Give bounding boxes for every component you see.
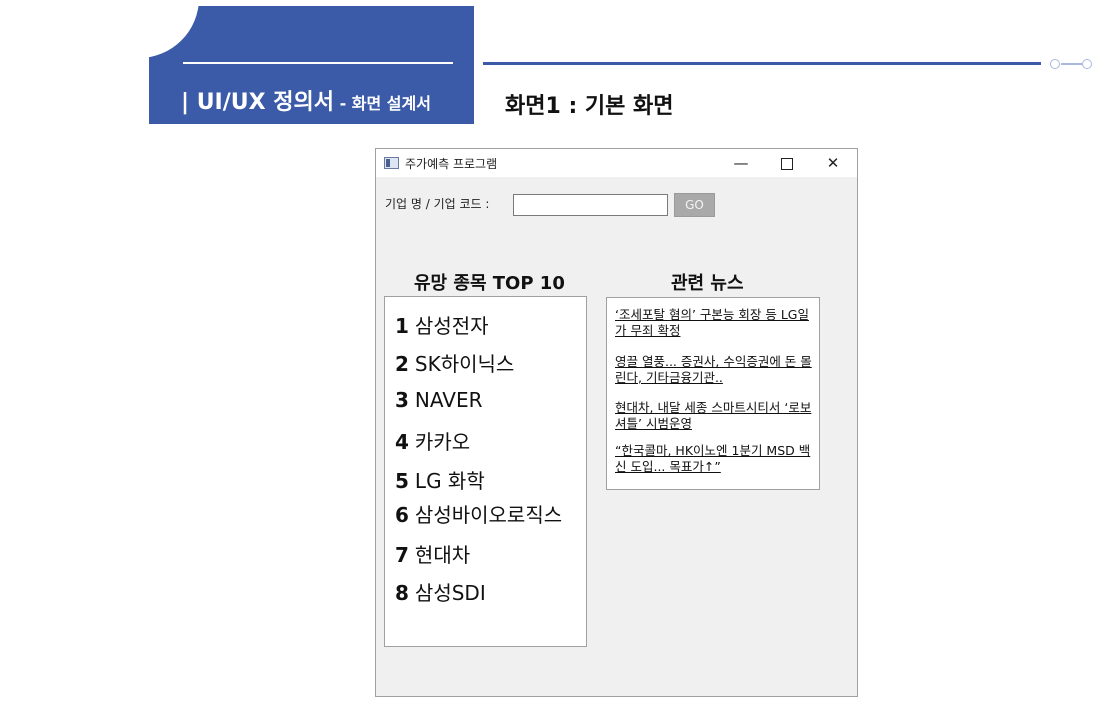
stock-name: SK하이닉스: [414, 352, 515, 376]
list-item[interactable]: 7 현대차: [395, 539, 470, 568]
stock-name: NAVER: [414, 388, 483, 412]
news-link[interactable]: “한국콜마, HK이노엔 1분기 MSD 백신 도입... 목표가↑”: [615, 443, 815, 474]
stock-rank: 7: [395, 543, 409, 567]
maximize-icon: [781, 157, 793, 170]
window-titlebar[interactable]: 주가예측 프로그램 — ✕: [376, 149, 857, 177]
maximize-button[interactable]: [764, 149, 810, 177]
header-banner: | UI/UX 정의서 - 화면 설계서: [149, 6, 474, 124]
news-link[interactable]: 현대차, 내달 세종 스마트시티서 ‘로보셔틀’ 시범운영: [615, 400, 815, 431]
top10-list[interactable]: 1 삼성전자 2 SK하이닉스 3 NAVER 4 카카오 5 LG 화학 6 삼성바이오로…: [384, 296, 587, 647]
stock-name: 현대차: [414, 543, 471, 567]
stock-name: 삼성전자: [414, 314, 489, 338]
window-title: 주가예측 프로그램: [405, 157, 498, 171]
header-rule: [483, 62, 1041, 65]
stock-rank: 2: [395, 352, 409, 376]
search-label: 기업 명 / 기업 코드 :: [385, 197, 490, 211]
news-link[interactable]: ‘조세포탈 혐의’ 구본능 회장 등 LG일가 무죄 확정: [615, 307, 815, 338]
screen-title: 화면1 : 기본 화면: [505, 94, 674, 119]
close-button[interactable]: ✕: [810, 149, 856, 177]
stock-rank: 3: [395, 388, 409, 412]
list-item[interactable]: 3 NAVER: [395, 388, 483, 412]
header-title-main: | UI/UX 정의서: [181, 90, 334, 115]
stock-rank: 6: [395, 503, 409, 527]
news-link[interactable]: 영끌 열풍... 증권사, 수익증권에 돈 몰린다, 기타금융기관..: [615, 354, 815, 385]
header-divider: [183, 62, 453, 64]
go-button[interactable]: GO: [674, 193, 715, 217]
header-title-sub: - 화면 설계서: [334, 94, 431, 113]
list-item[interactable]: 4 카카오: [395, 426, 470, 455]
app-icon: [384, 157, 399, 169]
news-list: ‘조세포탈 혐의’ 구본능 회장 등 LG일가 무죄 확정 영끌 열풍... 증…: [606, 297, 820, 490]
stock-rank: 4: [395, 430, 409, 454]
connector-dot-right: [1082, 59, 1092, 69]
stock-name: 카카오: [414, 430, 471, 454]
connector-dot-left: [1050, 59, 1060, 69]
stock-rank: 8: [395, 581, 409, 605]
header-decoration-circle: [149, 6, 199, 58]
news-heading: 관련 뉴스: [671, 273, 744, 294]
stock-rank: 5: [395, 469, 409, 493]
connector-line: [1061, 63, 1082, 65]
list-item[interactable]: 1 삼성전자: [395, 310, 489, 339]
minimize-icon: —: [733, 154, 749, 172]
list-item[interactable]: 6 삼성바이오로직스: [395, 499, 562, 528]
list-item[interactable]: 5 LG 화학: [395, 465, 485, 494]
stock-rank: 1: [395, 314, 409, 338]
company-search-input[interactable]: [513, 194, 668, 216]
list-item[interactable]: 8 삼성SDI: [395, 577, 486, 606]
stock-name: 삼성바이오로직스: [414, 503, 563, 527]
stock-name: 삼성SDI: [414, 581, 486, 605]
top10-heading: 유망 종목 TOP 10: [414, 273, 565, 294]
list-item[interactable]: 2 SK하이닉스: [395, 348, 514, 377]
header-title: | UI/UX 정의서 - 화면 설계서: [181, 84, 431, 116]
minimize-button[interactable]: —: [718, 149, 764, 177]
app-window: 주가예측 프로그램 — ✕ 기업 명 / 기업 코드 : GO 유망 종목 TO…: [375, 148, 858, 697]
stock-name: LG 화학: [414, 469, 485, 493]
close-icon: ✕: [826, 154, 840, 172]
